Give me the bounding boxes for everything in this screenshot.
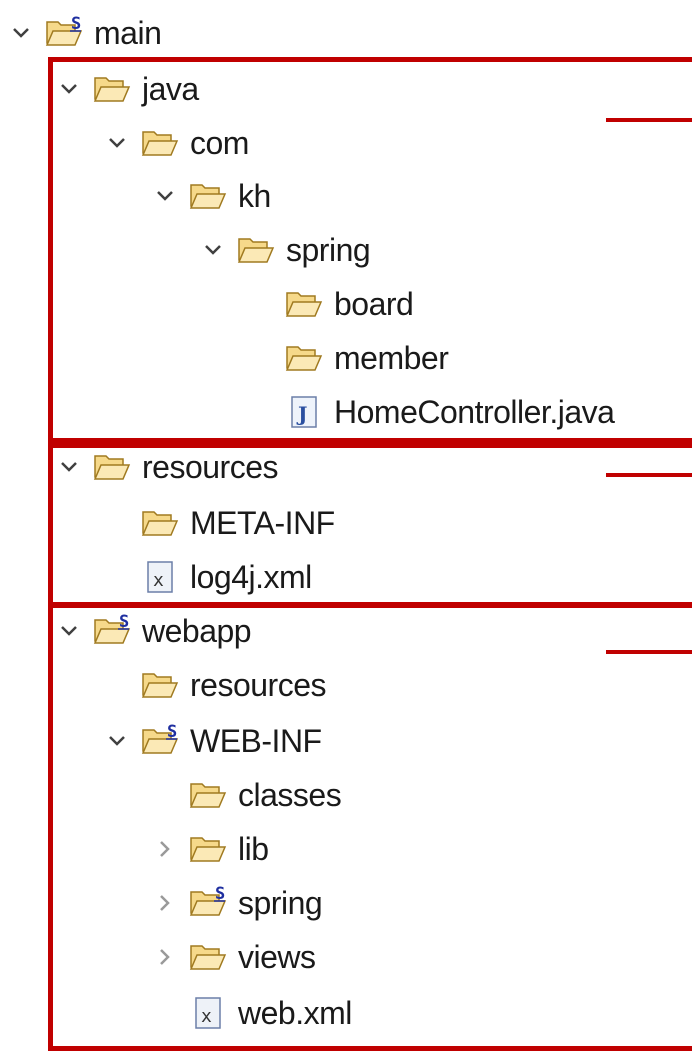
folder-icon xyxy=(140,503,180,543)
tree-item[interactable]: kh xyxy=(154,169,271,223)
xml-file-icon: x xyxy=(140,557,180,597)
svg-text:x: x xyxy=(153,570,164,591)
tree-item[interactable]: Swebapp xyxy=(58,604,252,658)
chevron-down-icon[interactable] xyxy=(58,69,80,109)
chevron-down-icon[interactable] xyxy=(106,123,128,163)
chevron-right-icon[interactable] xyxy=(154,937,176,977)
tree-item-label: lib xyxy=(238,831,269,867)
tree-item-label: web.xml xyxy=(238,995,352,1031)
chevron-down-icon[interactable] xyxy=(106,721,128,761)
spring-folder-icon: S xyxy=(188,883,228,923)
tree-item-label: com xyxy=(190,125,249,161)
tree-item[interactable]: J HomeController.java xyxy=(250,385,615,439)
spring-folder-icon: S xyxy=(92,611,132,651)
tree-item[interactable]: classes xyxy=(154,768,342,822)
tree-item-label: WEB-INF xyxy=(190,723,322,759)
tree-item[interactable]: java xyxy=(58,62,199,116)
tree-item-label: classes xyxy=(238,777,342,813)
svg-text:x: x xyxy=(201,1006,212,1027)
tree-item[interactable]: lib xyxy=(154,822,269,876)
tree-item-label: views xyxy=(238,939,316,975)
tree-item[interactable]: spring xyxy=(202,223,371,277)
chevron-down-icon[interactable] xyxy=(154,176,176,216)
tree-item-label: member xyxy=(334,340,449,376)
tree-item-label: log4j.xml xyxy=(190,559,312,595)
java-file-icon: J xyxy=(284,392,324,432)
spring-folder-icon: S xyxy=(44,13,84,53)
folder-icon xyxy=(92,69,132,109)
folder-icon xyxy=(140,665,180,705)
tree-item-label: HomeController.java xyxy=(334,394,615,430)
tree-item-label: resources xyxy=(190,667,327,703)
xml-file-icon: x xyxy=(188,993,228,1033)
tree-item[interactable]: com xyxy=(106,116,249,170)
tree-item[interactable]: S WEB-INF xyxy=(106,714,322,768)
tree-item[interactable]: resources xyxy=(58,440,279,494)
tree-item[interactable]: META-INF xyxy=(106,496,335,550)
tree-item-label: META-INF xyxy=(190,505,335,541)
tree-item[interactable]: board xyxy=(250,277,414,331)
resources-section-marker xyxy=(606,473,692,477)
chevron-right-icon[interactable] xyxy=(154,883,176,923)
folder-icon xyxy=(188,937,228,977)
folder-icon xyxy=(236,230,276,270)
tree-item[interactable]: Sspring xyxy=(154,876,323,930)
chevron-right-icon[interactable] xyxy=(154,829,176,869)
chevron-down-icon[interactable] xyxy=(58,611,80,651)
folder-icon xyxy=(188,775,228,815)
svg-text:J: J xyxy=(296,402,307,426)
chevron-down-icon[interactable] xyxy=(202,230,224,270)
tree-item-label: board xyxy=(334,286,414,322)
tree-item-label: spring xyxy=(238,885,323,921)
chevron-down-icon[interactable] xyxy=(58,447,80,487)
folder-icon xyxy=(188,176,228,216)
tree-item[interactable]: x log4j.xml xyxy=(106,550,312,604)
tree-item-label: spring xyxy=(286,232,371,268)
folder-icon xyxy=(140,123,180,163)
spring-folder-icon: S xyxy=(140,721,180,761)
folder-icon xyxy=(188,829,228,869)
webapp-section-marker xyxy=(606,650,692,654)
folder-icon xyxy=(284,338,324,378)
tree-item-label: resources xyxy=(142,449,279,485)
tree-item[interactable]: views xyxy=(154,930,316,984)
tree-item[interactable]: x web.xml xyxy=(154,986,352,1040)
tree-item-label: main xyxy=(94,15,162,51)
folder-icon xyxy=(92,447,132,487)
folder-icon xyxy=(284,284,324,324)
tree-item[interactable]: member xyxy=(250,331,449,385)
tree-item-label: webapp xyxy=(142,613,252,649)
chevron-down-icon[interactable] xyxy=(10,13,32,53)
java-section-marker xyxy=(606,118,692,122)
tree-item[interactable]: resources xyxy=(106,658,327,712)
tree-item-label: kh xyxy=(238,178,271,214)
tree-item[interactable]: Smain xyxy=(10,6,162,60)
tree-item-label: java xyxy=(142,71,199,107)
